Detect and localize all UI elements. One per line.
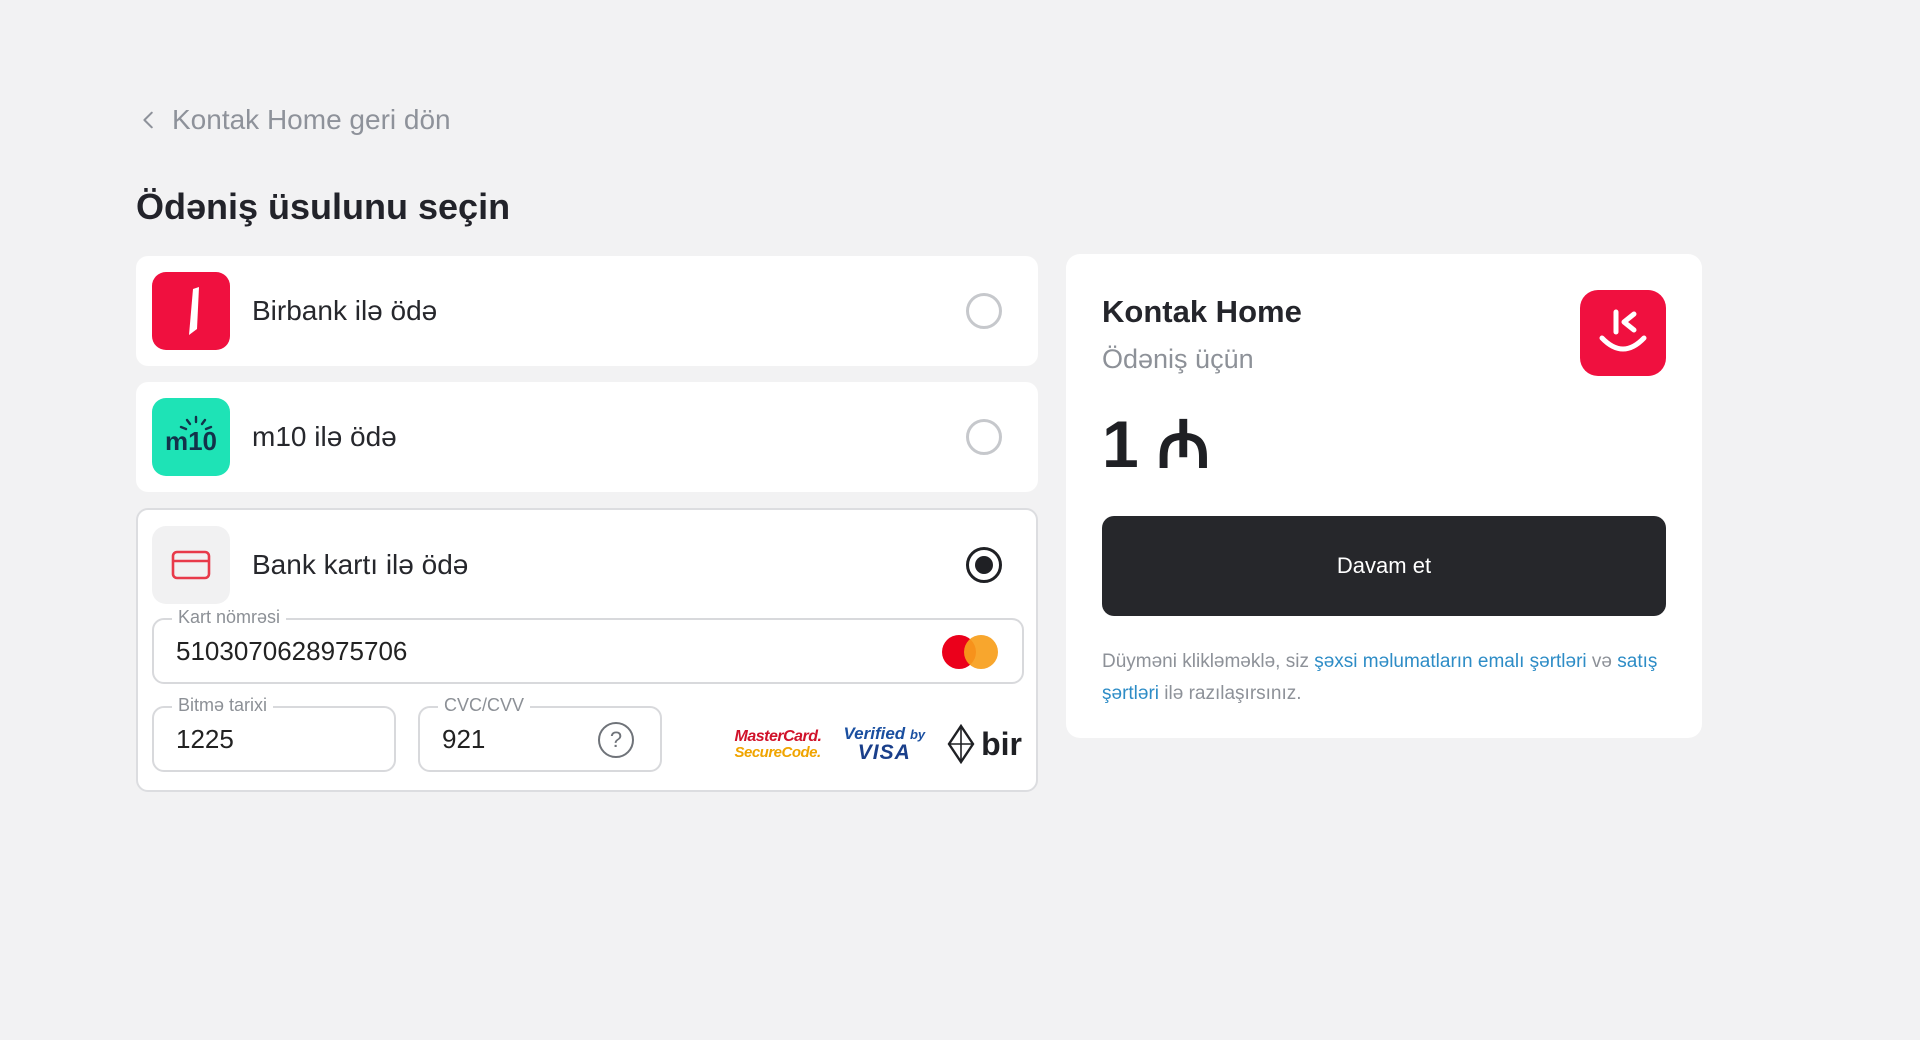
method-m10[interactable]: m10 m10 ilə ödə — [136, 382, 1038, 492]
card-number-field[interactable]: Kart nömrəsi 5103070628975706 — [152, 607, 1024, 684]
verified-by-visa-logo: Verified by VISA — [843, 724, 926, 764]
mastercard-icon — [942, 635, 1000, 669]
radio-m10[interactable] — [966, 419, 1002, 455]
card-number-value: 5103070628975706 — [176, 635, 408, 666]
payment-page: Kontak Home geri dön Ödəniş üsulunu seçi… — [0, 0, 1920, 1040]
method-label: Bank kartı ilə ödə — [252, 549, 469, 580]
cvc-field[interactable]: CVC/CVV 921 ? — [418, 695, 662, 772]
chevron-left-icon — [143, 111, 153, 129]
method-birbank[interactable]: Birbank ilə ödə — [136, 256, 1038, 366]
radio-birbank[interactable] — [966, 293, 1002, 329]
currency-symbol: ₼ — [1156, 407, 1211, 481]
bir-logo: bir — [947, 724, 1022, 764]
security-badges: MasterCard. SecureCode. Verified by VISA… — [734, 724, 1022, 764]
method-label: Birbank ilə ödə — [252, 295, 438, 326]
birbank-logo-icon — [152, 272, 230, 350]
cvc-label: CVC/CVV — [438, 695, 531, 716]
page-title: Ödəniş üsulunu seçin — [136, 186, 511, 227]
mastercard-securecode-logo: MasterCard. SecureCode. — [734, 727, 822, 761]
privacy-terms-link[interactable]: şəxsi məlumatların emalı şərtləri — [1314, 651, 1586, 672]
amount-value: 1 — [1102, 407, 1139, 481]
m10-logo-icon: m10 — [152, 398, 230, 476]
expiry-value: 1225 — [176, 723, 234, 754]
card-number-label: Kart nömrəsi — [172, 607, 287, 628]
back-link[interactable]: Kontak Home geri dön — [138, 104, 451, 136]
order-summary: Kontak Home Ödəniş üçün 1 ₼ Davam et Düy… — [1066, 254, 1702, 738]
payment-methods: Birbank ilə ödə m10 m10 ilə ödə Bank kar… — [136, 256, 1038, 792]
kontak-logo-icon — [1580, 290, 1666, 376]
method-label: m10 ilə ödə — [252, 421, 397, 452]
help-icon[interactable]: ? — [598, 722, 634, 758]
continue-button[interactable]: Davam et — [1102, 516, 1666, 616]
cvc-value: 921 — [442, 723, 486, 754]
bir-diamond-icon — [947, 724, 975, 764]
terms-text: Düyməni klikləməklə, siz şəxsi məlumatla… — [1102, 651, 1658, 704]
method-bank-card[interactable]: Bank kartı ilə ödə Kart nömrəsi 51030706… — [136, 508, 1038, 792]
expiry-label: Bitmə tarixi — [172, 695, 274, 716]
expiry-field[interactable]: Bitmə tarixi 1225 — [152, 695, 396, 772]
payment-amount: 1 ₼ — [1102, 397, 1666, 487]
credit-card-icon — [152, 526, 230, 604]
svg-text:m10: m10 — [165, 426, 217, 456]
radio-bank-card[interactable] — [966, 547, 1002, 583]
back-link-label: Kontak Home geri dön — [172, 104, 451, 135]
